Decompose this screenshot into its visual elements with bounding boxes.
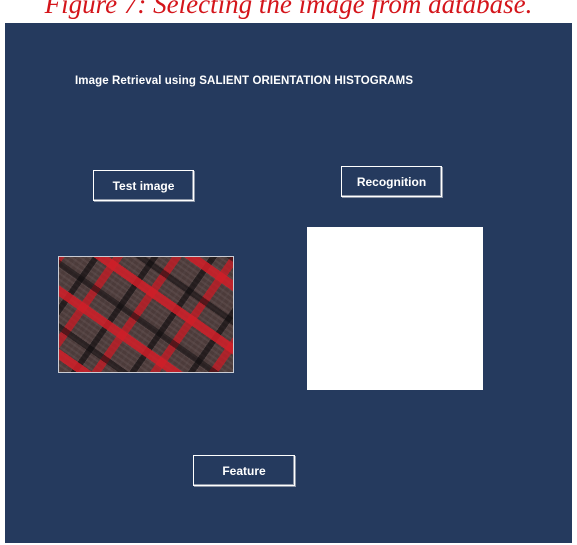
- app-window: Image Retrieval using SALIENT ORIENTATIO…: [5, 23, 572, 543]
- test-image-preview: [58, 256, 234, 373]
- feature-button-label: Feature: [222, 463, 266, 478]
- recognition-result-panel: [307, 227, 483, 390]
- feature-button[interactable]: Feature: [193, 455, 295, 486]
- test-image-button[interactable]: Test image: [93, 170, 194, 201]
- recognition-button-label: Recognition: [356, 174, 427, 189]
- figure-caption: Figure 7: Selecting the image from datab…: [44, 0, 533, 19]
- test-image-button-label: Test image: [112, 178, 175, 193]
- app-title: Image Retrieval using SALIENT ORIENTATIO…: [75, 75, 414, 87]
- recognition-button[interactable]: Recognition: [341, 166, 442, 197]
